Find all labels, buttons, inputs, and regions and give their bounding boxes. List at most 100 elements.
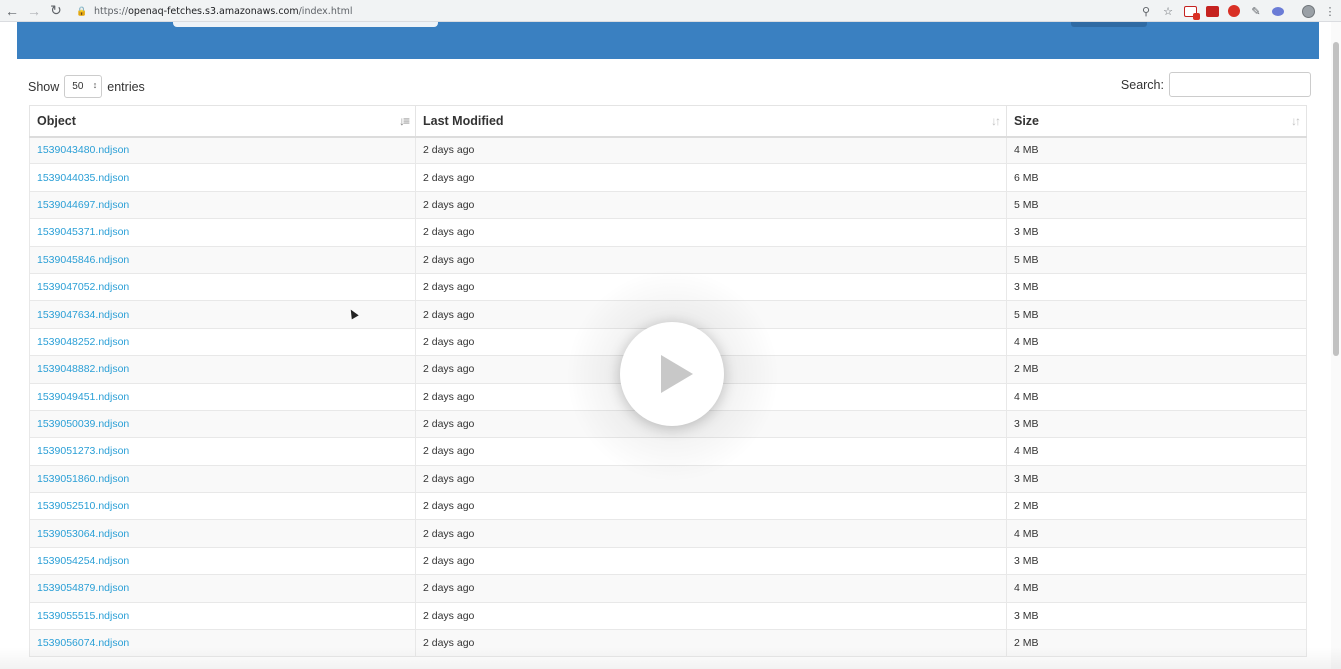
size-cell: 4 MB — [1006, 327, 1307, 357]
object-link[interactable]: 1539049451.ndjson — [37, 391, 129, 403]
table-row: 1539043480.ndjson 2 days ago 4 MB — [29, 135, 1307, 165]
last-modified-cell: 2 days ago — [415, 135, 1007, 165]
gmail-extension-icon[interactable] — [1179, 2, 1201, 20]
object-link[interactable]: 1539050039.ndjson — [37, 418, 129, 430]
table-row: 1539044035.ndjson 2 days ago 6 MB — [29, 163, 1307, 192]
show-label: Show — [28, 79, 60, 94]
size-cell: 4 MB — [1006, 382, 1307, 411]
last-modified-cell: 2 days ago — [415, 546, 1007, 576]
column-header-last-modified[interactable]: Last Modified ↓↑ — [415, 105, 1007, 138]
size-cell: 3 MB — [1006, 601, 1307, 631]
object-link[interactable]: 1539047052.ndjson — [37, 281, 129, 293]
object-link[interactable]: 1539044035.ndjson — [37, 172, 129, 184]
magnifier-icon[interactable]: ⚲ — [1135, 2, 1157, 20]
object-cell: 1539052510.ndjson — [29, 492, 416, 521]
browser-toolbar: ← → ↻ 🔒 https://openaq-fetches.s3.amazon… — [0, 0, 1341, 22]
profile-avatar-icon[interactable] — [1297, 2, 1319, 20]
object-link[interactable]: 1539048882.ndjson — [37, 363, 129, 375]
size-cell: 3 MB — [1006, 464, 1307, 494]
banner-button[interactable] — [1071, 22, 1147, 27]
size-cell: 5 MB — [1006, 190, 1307, 220]
last-modified-cell: 2 days ago — [415, 245, 1007, 274]
size-cell: 3 MB — [1006, 546, 1307, 576]
object-link[interactable]: 1539053064.ndjson — [37, 528, 129, 540]
pen-extension-icon[interactable]: ✎ — [1245, 2, 1267, 20]
size-cell: 5 MB — [1006, 300, 1307, 329]
sort-icon: ↓↑ — [1291, 114, 1301, 128]
browser-menu-icon[interactable]: ⋮ — [1319, 2, 1341, 20]
entries-select[interactable]: 50 — [64, 75, 103, 98]
object-cell: 1539045371.ndjson — [29, 218, 416, 247]
object-link[interactable]: 1539043480.ndjson — [37, 144, 129, 156]
last-modified-cell: 2 days ago — [415, 218, 1007, 247]
star-icon[interactable]: ☆ — [1157, 2, 1179, 20]
column-header-size[interactable]: Size ↓↑ — [1006, 105, 1307, 138]
size-cell: 5 MB — [1006, 245, 1307, 274]
last-modified-cell: 2 days ago — [415, 190, 1007, 220]
last-modified-cell: 2 days ago — [415, 574, 1007, 603]
object-link[interactable]: 1539044697.ndjson — [37, 199, 129, 211]
object-cell: 1539048252.ndjson — [29, 327, 416, 357]
object-cell: 1539051273.ndjson — [29, 437, 416, 466]
object-link[interactable]: 1539055515.ndjson — [37, 610, 129, 622]
sort-ascending-icon: ↓≡ — [398, 114, 410, 128]
object-cell: 1539055515.ndjson — [29, 601, 416, 631]
object-link[interactable]: 1539051273.ndjson — [37, 445, 129, 457]
last-modified-cell: 2 days ago — [415, 601, 1007, 631]
url-text: https://openaq-fetches.s3.amazonaws.com/… — [94, 5, 353, 17]
column-header-object[interactable]: Object ↓≡ — [29, 105, 416, 138]
back-arrow-icon[interactable]: ← — [2, 1, 22, 21]
table-row: 1539045371.ndjson 2 days ago 3 MB — [29, 218, 1307, 247]
object-link[interactable]: 1539051860.ndjson — [37, 473, 129, 485]
object-link[interactable]: 1539045371.ndjson — [37, 226, 129, 238]
eye-extension-icon[interactable] — [1267, 2, 1289, 20]
table-row: 1539054879.ndjson 2 days ago 4 MB — [29, 574, 1307, 603]
table-row: 1539055515.ndjson 2 days ago 3 MB — [29, 601, 1307, 631]
table-row: 1539052510.ndjson 2 days ago 2 MB — [29, 492, 1307, 521]
size-cell: 2 MB — [1006, 355, 1307, 384]
size-cell: 4 MB — [1006, 574, 1307, 603]
red-extension-icon[interactable] — [1201, 2, 1223, 20]
object-cell: 1539051860.ndjson — [29, 464, 416, 494]
table-row: 1539044697.ndjson 2 days ago 5 MB — [29, 190, 1307, 220]
object-cell: 1539047052.ndjson — [29, 272, 416, 302]
object-link[interactable]: 1539047634.ndjson — [37, 309, 129, 321]
last-modified-cell: 2 days ago — [415, 163, 1007, 192]
page-scrollbar[interactable] — [1331, 22, 1341, 669]
table-search: Search: — [1121, 72, 1311, 97]
search-input[interactable] — [1169, 72, 1311, 97]
entries-label: entries — [107, 79, 145, 94]
object-cell: 1539044035.ndjson — [29, 163, 416, 192]
table-header-row: Object ↓≡ Last Modified ↓↑ Size ↓↑ — [29, 105, 1307, 138]
last-modified-cell: 2 days ago — [415, 519, 1007, 548]
object-cell: 1539053064.ndjson — [29, 519, 416, 548]
object-cell: 1539054879.ndjson — [29, 574, 416, 603]
object-link[interactable]: 1539054254.ndjson — [37, 555, 129, 567]
size-cell: 3 MB — [1006, 272, 1307, 302]
forward-arrow-icon[interactable]: → — [24, 1, 44, 21]
object-link[interactable]: 1539054879.ndjson — [37, 582, 129, 594]
header-banner — [17, 22, 1319, 59]
banner-search-field[interactable] — [173, 22, 438, 27]
object-cell: 1539054254.ndjson — [29, 546, 416, 576]
object-link[interactable]: 1539045846.ndjson — [37, 254, 129, 266]
video-bottom-fade — [0, 647, 1341, 669]
entries-length: Show 50 entries — [28, 75, 145, 98]
object-link[interactable]: 1539048252.ndjson — [37, 336, 129, 348]
table-row: 1539053064.ndjson 2 days ago 4 MB — [29, 519, 1307, 548]
video-play-button[interactable] — [620, 322, 724, 426]
object-cell: 1539045846.ndjson — [29, 245, 416, 274]
size-cell: 6 MB — [1006, 163, 1307, 192]
object-link[interactable]: 1539052510.ndjson — [37, 500, 129, 512]
scrollbar-thumb[interactable] — [1333, 42, 1339, 356]
search-label: Search: — [1120, 77, 1164, 92]
adblock-extension-icon[interactable] — [1223, 2, 1245, 20]
address-bar[interactable]: 🔒 https://openaq-fetches.s3.amazonaws.co… — [76, 2, 1180, 20]
size-cell: 3 MB — [1006, 218, 1307, 247]
object-cell: 1539049451.ndjson — [29, 382, 416, 411]
size-cell: 4 MB — [1006, 135, 1307, 165]
object-cell: 1539043480.ndjson — [29, 135, 416, 165]
lock-icon: 🔒 — [76, 5, 88, 16]
object-cell: 1539044697.ndjson — [29, 190, 416, 220]
reload-icon[interactable]: ↻ — [46, 1, 66, 21]
